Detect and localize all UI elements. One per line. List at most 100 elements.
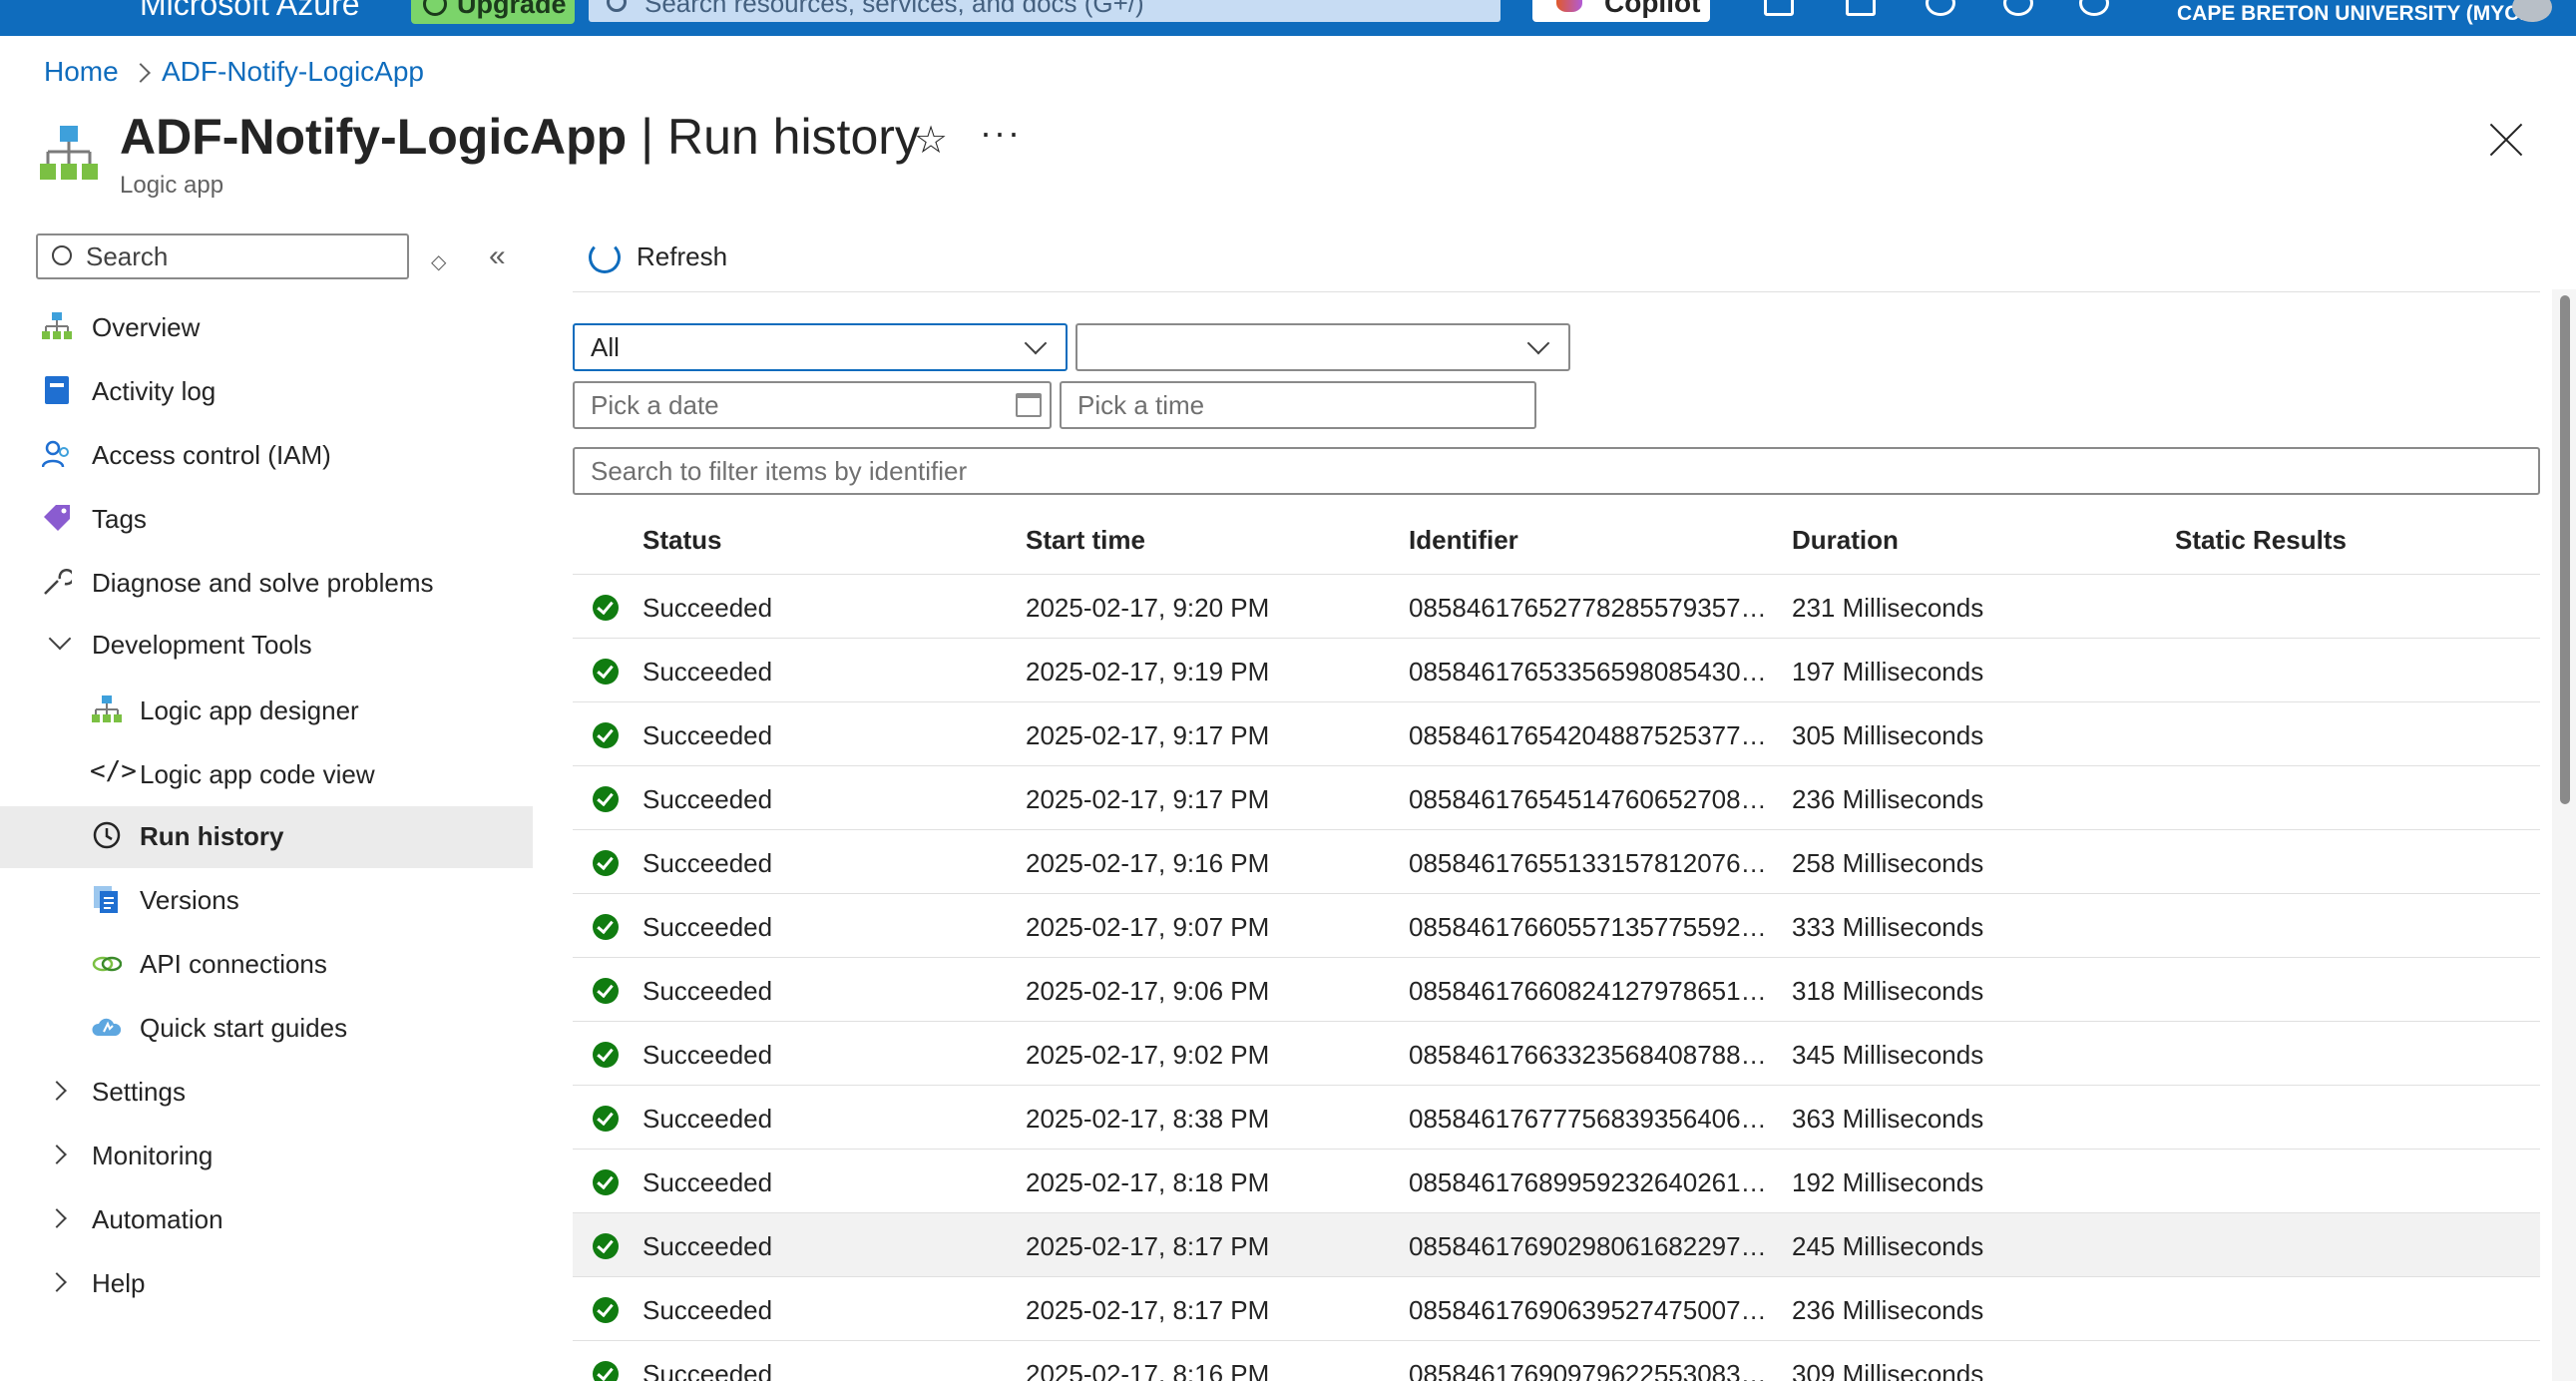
cell-status: Succeeded: [643, 657, 773, 687]
table-row[interactable]: Succeeded 2025-02-17, 8:18 PM 085846176899…: [573, 1150, 2540, 1213]
cell-duration: 258 Milliseconds: [1792, 848, 1984, 878]
sidebar-item-logic-app-designer[interactable]: Logic app designer: [0, 681, 533, 742]
cell-duration: 363 Milliseconds: [1792, 1104, 1984, 1134]
table-row[interactable]: Succeeded 2025-02-17, 9:17 PM 085846176542…: [573, 702, 2540, 766]
cell-identifier[interactable]: 08584617654204887525377…: [1409, 720, 1767, 751]
table-row[interactable]: Succeeded 2025-02-17, 8:17 PM 085846176906…: [573, 1277, 2540, 1341]
calendar-icon[interactable]: [1016, 393, 1042, 417]
time-picker-input[interactable]: Pick a time: [1060, 381, 1536, 429]
api-connections-icon: [92, 956, 122, 972]
scrollbar-thumb[interactable]: [2560, 295, 2570, 804]
cell-identifier[interactable]: 08584617690639527475007…: [1409, 1295, 1767, 1326]
notifications-bell-icon[interactable]: [1846, 0, 1876, 16]
cell-identifier[interactable]: 08584617677756839356406…: [1409, 1104, 1767, 1135]
cell-identifier[interactable]: 08584617655133157812076…: [1409, 848, 1767, 879]
sidebar-item-label: Versions: [140, 885, 239, 915]
table-row[interactable]: Succeeded 2025-02-17, 9:06 PM 085846176608…: [573, 958, 2540, 1022]
cell-status: Succeeded: [643, 1040, 773, 1070]
cell-start-time: 2025-02-17, 9:19 PM: [1026, 657, 1270, 687]
column-header-status[interactable]: Status: [643, 525, 721, 556]
cell-identifier[interactable]: 08584617654514760652708…: [1409, 784, 1767, 815]
breadcrumb-current[interactable]: ADF-Notify-LogicApp: [162, 56, 424, 88]
date-picker-input[interactable]: Pick a date: [573, 381, 1052, 429]
cell-identifier[interactable]: 08584617690298061682297…: [1409, 1231, 1767, 1262]
cell-start-time: 2025-02-17, 9:02 PM: [1026, 1040, 1270, 1070]
favorite-star-icon[interactable]: ☆: [914, 118, 948, 163]
account-org-label[interactable]: CAPE BRETON UNIVERSITY (MYC...: [2177, 2, 2537, 26]
sidebar-item-run-history[interactable]: Run history: [0, 806, 533, 868]
cell-duration: 309 Milliseconds: [1792, 1359, 1984, 1381]
help-icon[interactable]: [2003, 0, 2033, 16]
copilot-button[interactable]: Copilot: [1532, 0, 1710, 22]
sidebar-item-code-view[interactable]: </> Logic app code view: [0, 744, 533, 806]
upgrade-button[interactable]: Upgrade: [411, 0, 575, 24]
sidebar-item-label: Automation: [92, 1204, 223, 1234]
global-search-input[interactable]: Search resources, services, and docs (G+…: [589, 0, 1501, 22]
sidebar-item-activity-log[interactable]: Activity log: [0, 361, 533, 423]
table-row[interactable]: Succeeded 2025-02-17, 9:19 PM 085846176533…: [573, 639, 2540, 702]
sidebar-group-development-tools[interactable]: Development Tools: [0, 615, 533, 677]
settings-gear-icon[interactable]: [1926, 0, 1955, 16]
refresh-button[interactable]: Refresh: [585, 233, 727, 279]
cell-identifier[interactable]: 08584617660824127978651…: [1409, 976, 1767, 1007]
search-icon: [607, 0, 627, 12]
overview-icon: [42, 312, 72, 339]
column-header-identifier[interactable]: Identifier: [1409, 525, 1518, 556]
identifier-search-input[interactable]: Search to filter items by identifier: [573, 447, 2540, 495]
sidebar-item-diagnose[interactable]: Diagnose and solve problems: [0, 553, 533, 615]
table-row[interactable]: Succeeded 2025-02-17, 9:17 PM 085846176545…: [573, 766, 2540, 830]
table-row[interactable]: Succeeded 2025-02-17, 8:17 PM 085846176902…: [573, 1213, 2540, 1277]
chevron-right-icon: [47, 1145, 67, 1164]
cell-start-time: 2025-02-17, 8:38 PM: [1026, 1104, 1270, 1134]
succeeded-check-icon: [593, 1297, 619, 1323]
cell-identifier[interactable]: 08584617663323568408788…: [1409, 1040, 1767, 1071]
succeeded-check-icon: [593, 850, 619, 876]
table-row[interactable]: Succeeded 2025-02-17, 8:16 PM 085846176909…: [573, 1341, 2540, 1381]
more-options-button[interactable]: ···: [980, 112, 1022, 154]
cell-identifier[interactable]: 08584617690979622553083…: [1409, 1359, 1767, 1381]
status-filter-dropdown[interactable]: All: [573, 323, 1068, 371]
column-header-duration[interactable]: Duration: [1792, 525, 1899, 556]
sidebar-item-label: Logic app code view: [140, 759, 375, 789]
cell-identifier[interactable]: 08584617660557135775592…: [1409, 912, 1767, 943]
table-row[interactable]: Succeeded 2025-02-17, 9:07 PM 085846176605…: [573, 894, 2540, 958]
versions-icon: [94, 886, 118, 913]
collapse-sidebar-icon[interactable]: «: [489, 239, 506, 273]
cloud-shell-icon[interactable]: [1764, 0, 1794, 16]
cell-identifier[interactable]: 08584617652778285579357…: [1409, 593, 1767, 624]
sidebar-item-overview[interactable]: Overview: [0, 297, 533, 359]
breadcrumb-home[interactable]: Home: [44, 56, 119, 88]
sidebar-item-label: Run history: [140, 821, 284, 851]
column-header-static-results[interactable]: Static Results: [2175, 525, 2347, 556]
sidebar-group-automation[interactable]: Automation: [0, 1189, 533, 1251]
close-icon[interactable]: [2488, 122, 2524, 158]
table-row[interactable]: Succeeded 2025-02-17, 8:38 PM 085846176777…: [573, 1086, 2540, 1150]
brand-label[interactable]: Microsoft Azure: [140, 0, 360, 23]
table-row[interactable]: Succeeded 2025-02-17, 9:20 PM 085846176527…: [573, 575, 2540, 639]
cell-duration: 197 Milliseconds: [1792, 657, 1984, 687]
cell-identifier[interactable]: 08584617689959232640261…: [1409, 1167, 1767, 1198]
expand-collapse-all-icon[interactable]: ◇: [431, 249, 446, 274]
sidebar-item-api-connections[interactable]: API connections: [0, 934, 533, 996]
hamburger-menu-icon[interactable]: [34, 0, 64, 8]
sidebar-item-access-control[interactable]: Access control (IAM): [0, 425, 533, 487]
table-row[interactable]: Succeeded 2025-02-17, 9:02 PM 085846176633…: [573, 1022, 2540, 1086]
table-header: Status Start time Identifier Duration St…: [573, 511, 2540, 575]
feedback-person-icon[interactable]: [2079, 0, 2109, 16]
status-filter-value: All: [591, 332, 620, 362]
succeeded-check-icon: [593, 978, 619, 1004]
cell-start-time: 2025-02-17, 9:16 PM: [1026, 848, 1270, 878]
table-row[interactable]: Succeeded 2025-02-17, 9:16 PM 085846176551…: [573, 830, 2540, 894]
chevron-down-icon: [48, 627, 72, 651]
sidebar-group-help[interactable]: Help: [0, 1253, 533, 1315]
sidebar-item-tags[interactable]: Tags: [0, 489, 533, 551]
sidebar-group-settings[interactable]: Settings: [0, 1062, 533, 1124]
column-header-start-time[interactable]: Start time: [1026, 525, 1145, 556]
sidebar-group-monitoring[interactable]: Monitoring: [0, 1126, 533, 1187]
secondary-filter-dropdown[interactable]: [1075, 323, 1570, 371]
sidebar-item-quick-start[interactable]: Quick start guides: [0, 998, 533, 1060]
sidebar-search-input[interactable]: Search: [36, 233, 409, 279]
tag-icon: [44, 505, 70, 531]
cell-identifier[interactable]: 08584617653356598085430…: [1409, 657, 1767, 688]
sidebar-item-versions[interactable]: Versions: [0, 870, 533, 932]
